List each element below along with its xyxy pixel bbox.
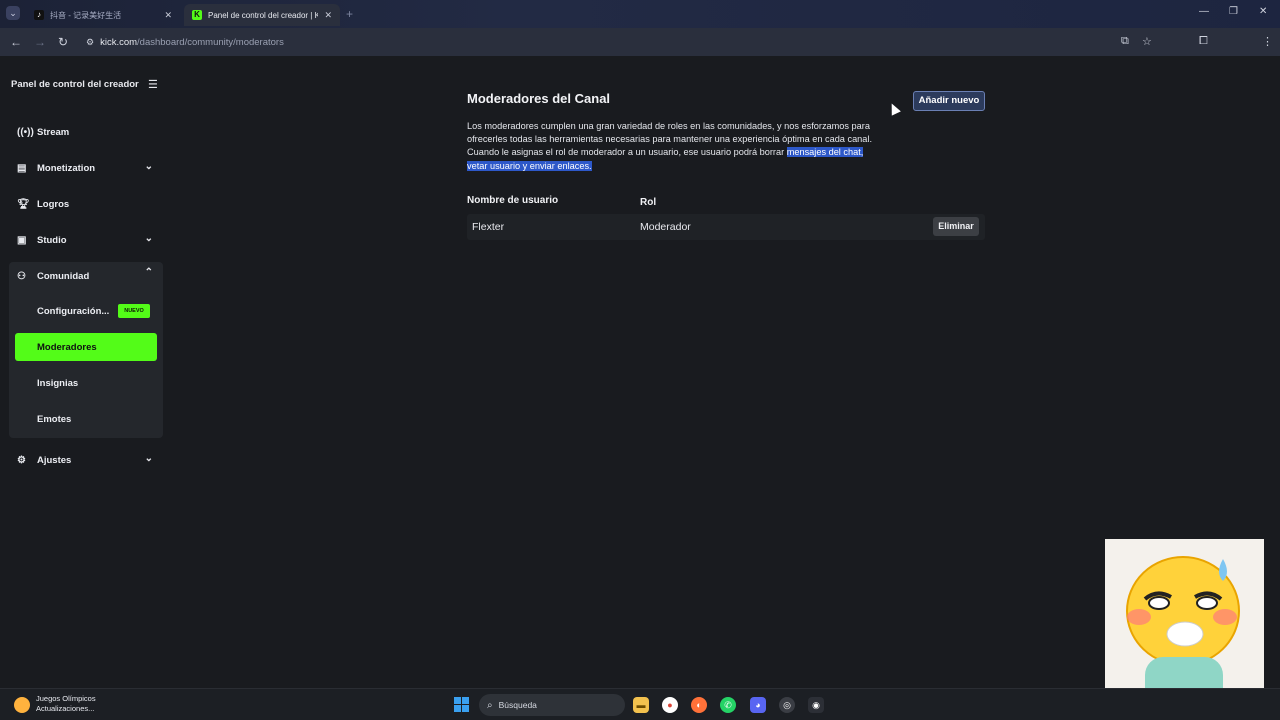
- firefox-icon[interactable]: ◐: [691, 697, 707, 713]
- trophy-icon: 🏆︎: [17, 198, 30, 210]
- chevron-down-icon: ⌄: [144, 453, 153, 464]
- chrome-icon[interactable]: ●: [662, 697, 678, 713]
- sidebar-item-comunidad[interactable]: ⚇ Comunidad ⌃: [15, 263, 157, 289]
- sidebar-item-insignias[interactable]: Insignias: [15, 369, 157, 397]
- url-host: kick.com: [100, 36, 138, 48]
- page-title: Moderadores del Canal: [467, 91, 611, 106]
- kick-icon: K: [192, 10, 202, 20]
- tab-kick-dashboard[interactable]: K Panel de control del creador | K ✕: [184, 4, 340, 26]
- sidebar-item-label: Comunidad: [37, 270, 90, 282]
- widget-title: Juegos Olímpicos: [36, 694, 96, 703]
- url-path: /dashboard/community/moderators: [137, 36, 284, 48]
- username-cell: Flexter: [472, 221, 505, 233]
- close-icon[interactable]: ✕: [164, 10, 172, 21]
- sidebar-item-label: Stream: [37, 126, 70, 138]
- table-row: Flexter Moderador: [467, 214, 985, 240]
- studio-icon: ▣: [17, 234, 27, 246]
- community-icon: ⚇: [17, 270, 26, 282]
- sidebar-item-label: Moderadores: [37, 341, 97, 353]
- stream-icon: ((•)): [17, 126, 34, 138]
- sidebar-item-monetization[interactable]: ▤ Monetization ⌄: [15, 155, 157, 181]
- new-badge: NUEVO: [118, 304, 150, 318]
- sidebar-item-ajustes[interactable]: ⚙ Ajustes ⌄: [15, 447, 157, 473]
- site-info-icon[interactable]: ⚙: [86, 37, 94, 48]
- chevron-down-icon: ⌄: [144, 161, 153, 172]
- widgets-button[interactable]: Juegos Olímpicos Actualizaciones...: [14, 694, 96, 714]
- taskbar-search[interactable]: ⌕ Búsqueda: [479, 694, 625, 716]
- discord-icon[interactable]: ◕: [750, 697, 766, 713]
- chart-icon: ▤: [17, 162, 27, 174]
- sidebar-item-studio[interactable]: ▣ Studio ⌄: [15, 227, 157, 253]
- windows-start-icon[interactable]: [454, 697, 470, 713]
- forward-icon[interactable]: →: [34, 35, 46, 49]
- minimize-icon[interactable]: —: [1199, 6, 1209, 17]
- sidebar-item-label: Studio: [37, 234, 67, 246]
- window-close-icon[interactable]: ✕: [1259, 6, 1267, 17]
- remove-moderator-button[interactable]: Eliminar: [933, 217, 979, 236]
- search-placeholder: Búsqueda: [498, 700, 537, 710]
- sidebar-title: Panel de control del creador: [11, 79, 139, 90]
- menu-kebab-icon[interactable]: ⋮: [1262, 35, 1273, 48]
- sidebar-item-stream[interactable]: ((•)) Stream: [15, 119, 157, 145]
- sidebar-item-label: Emotes: [37, 413, 72, 425]
- role-cell: Moderador: [640, 221, 691, 233]
- sidebar-item-emotes[interactable]: Emotes: [15, 405, 157, 433]
- maximize-icon[interactable]: ❐: [1229, 6, 1238, 17]
- address-bar: ← → ↻ ⚙ kick.com/dashboard/community/mod…: [0, 28, 1280, 76]
- extensions-puzzle-icon[interactable]: ⧠: [1199, 35, 1208, 48]
- tab-search-icon[interactable]: ⌄: [6, 6, 20, 20]
- sidebar-item-label: Configuración...: [37, 305, 110, 317]
- sidebar-item-label: Logros: [37, 198, 70, 210]
- sidebar-item-moderadores[interactable]: Moderadores: [15, 333, 157, 361]
- olympics-icon: [14, 697, 30, 713]
- file-explorer-icon[interactable]: ▬: [633, 697, 649, 713]
- sidebar-collapse-icon[interactable]: ☰: [148, 78, 158, 91]
- back-icon[interactable]: ←: [10, 35, 22, 49]
- whatsapp-icon[interactable]: ✆: [720, 697, 736, 713]
- page-description: Los moderadores cumplen una gran varieda…: [467, 120, 883, 173]
- sidebar-item-label: Monetization: [37, 162, 96, 174]
- column-header-username: Nombre de usuario: [467, 195, 559, 206]
- widget-subtitle: Actualizaciones...: [36, 704, 95, 713]
- tab-title: Panel de control del creador | K: [208, 10, 319, 20]
- taskbar: Juegos Olímpicos Actualizaciones... ⌕ Bú…: [0, 688, 1280, 720]
- column-header-role: Rol: [640, 197, 657, 208]
- sidebar-item-label: Insignias: [37, 377, 79, 389]
- gear-icon: ⚙: [17, 454, 26, 466]
- obs-icon[interactable]: ◎: [779, 697, 795, 713]
- chevron-up-icon: ⌃: [144, 267, 153, 278]
- add-moderator-button[interactable]: Añadir nuevo: [913, 91, 985, 111]
- douyin-icon: ♪: [34, 10, 44, 20]
- steam-icon[interactable]: ◉: [808, 697, 824, 713]
- close-icon[interactable]: ✕: [324, 10, 332, 21]
- tab-douyin[interactable]: ♪ 抖音 - 记录美好生活 ✕: [26, 4, 180, 26]
- browser-tab-bar: ⌄ ♪ 抖音 - 记录美好生活 ✕ K Panel de control del…: [0, 0, 1280, 28]
- bookmark-star-icon[interactable]: ☆: [1142, 35, 1152, 48]
- sidebar-item-logros[interactable]: 🏆︎ Logros: [15, 191, 157, 217]
- tab-title: 抖音 - 记录美好生活: [50, 10, 122, 20]
- reload-icon[interactable]: ↻: [58, 35, 68, 49]
- chevron-down-icon: ⌄: [144, 233, 153, 244]
- url-field[interactable]: ⚙ kick.com/dashboard/community/moderator…: [86, 33, 284, 51]
- new-tab-button[interactable]: +: [346, 7, 353, 21]
- install-icon[interactable]: ⧉: [1121, 35, 1129, 48]
- sidebar-item-label: Ajustes: [37, 454, 72, 466]
- search-icon: ⌕: [487, 699, 493, 711]
